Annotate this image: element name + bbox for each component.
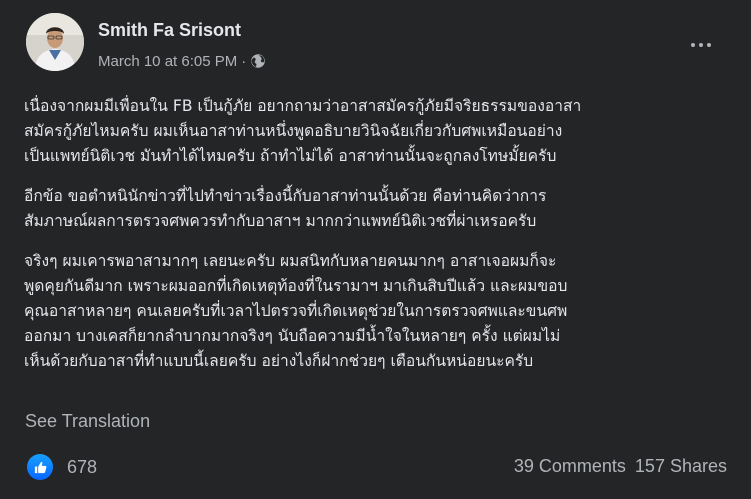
dot: [707, 43, 711, 47]
post-paragraph-1: เนื่องจากผมมีเพื่อนใน FB เป็นกู้ภัย อยาก…: [24, 94, 728, 169]
post-text-line: เห็นด้วยกับอาสาที่ทำแบบนี้เลยครับ อย่างไ…: [24, 352, 534, 370]
see-translation-link[interactable]: See Translation: [25, 411, 150, 432]
post-text-line: เนื่องจากผมมีเพื่อนใน FB เป็นกู้ภัย อยาก…: [24, 97, 582, 115]
dot: [691, 43, 695, 47]
comments-count-link[interactable]: 39 Comments: [514, 456, 626, 477]
meta-separator: ·: [241, 52, 247, 70]
post-timestamp[interactable]: March 10 at 6:05 PM: [98, 53, 237, 70]
shares-count-link[interactable]: 157 Shares: [635, 456, 727, 477]
post-card: Smith Fa Srisont March 10 at 6:05 PM · เ…: [0, 0, 751, 499]
post-text-line: ออกมา บางเคสก็ยากลำบากมากจริงๆ นับถือควา…: [24, 327, 561, 345]
post-text-line: พูดคุยกันดีมาก เพราะผมออกที่เกิดเหตุท้อง…: [24, 277, 568, 295]
reactions-summary[interactable]: 678: [27, 452, 97, 482]
post-text-line: จริงๆ ผมเคารพอาสามากๆ เลยนะครับ ผมสนิทกั…: [24, 252, 557, 270]
post-body: เนื่องจากผมมีเพื่อนใน FB เป็นกู้ภัย อยาก…: [24, 94, 728, 389]
post-paragraph-2: อีกข้อ ขอตำหนินักข่าวที่ไปทำข่าวเรื่องนี…: [24, 184, 728, 234]
post-paragraph-3: จริงๆ ผมเคารพอาสามากๆ เลยนะครับ ผมสนิทกั…: [24, 249, 728, 374]
globe-icon[interactable]: [250, 53, 266, 69]
dot: [699, 43, 703, 47]
post-meta: March 10 at 6:05 PM ·: [98, 51, 266, 71]
post-text-line: เป็นแพทย์นิติเวช มันทำได้ไหมครับ ถ้าทำไม…: [24, 147, 557, 165]
like-count: 678: [67, 456, 98, 477]
author-name[interactable]: Smith Fa Srisont: [98, 20, 241, 41]
like-reaction-icon: [27, 454, 53, 480]
more-options-icon[interactable]: [684, 33, 718, 57]
author-avatar[interactable]: [26, 13, 84, 71]
post-text-line: อีกข้อ ขอตำหนินักข่าวที่ไปทำข่าวเรื่องนี…: [24, 187, 547, 205]
post-text-line: สัมภาษณ์ผลการตรวจศพควรทำกับอาสาฯ มากกว่า…: [24, 212, 537, 230]
engagement-counts: 39 Comments 157 Shares: [514, 456, 727, 477]
post-text-line: สมัครกู้ภัยไหมครับ ผมเห็นอาสาท่านหนึ่งพู…: [24, 122, 563, 140]
post-text-line: คุณอาสาหลายๆ คนเลยครับที่เวลาไปตรวจที่เก…: [24, 302, 568, 320]
